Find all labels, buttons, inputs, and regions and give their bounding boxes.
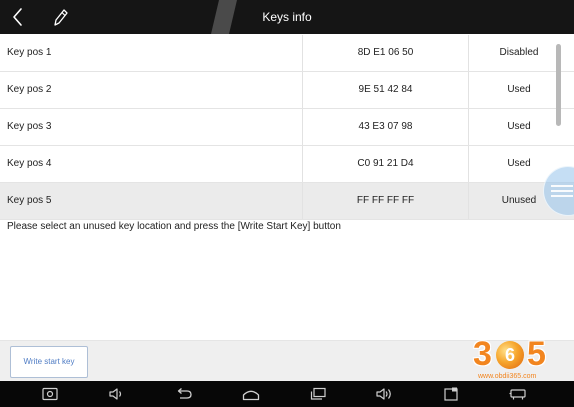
key-position-label: Key pos 4	[7, 158, 52, 169]
assistive-menu-icon-line	[551, 190, 573, 192]
assistive-menu-icon-line	[551, 195, 573, 197]
key-id-value: C0 91 21 D4	[302, 146, 468, 182]
keys-table: Key pos 1 8D E1 06 50 Disabled Key pos 2…	[0, 35, 574, 220]
key-position-label: Key pos 3	[7, 121, 52, 132]
key-id-value: 43 E3 07 98	[302, 109, 468, 145]
recents-button[interactable]	[308, 387, 328, 401]
key-id-value: 9E 51 42 84	[302, 72, 468, 108]
watermark-digit: 5	[527, 335, 546, 373]
page-title: Keys info	[262, 10, 312, 24]
screenshot-button[interactable]	[40, 387, 60, 401]
key-row-1[interactable]: Key pos 1 8D E1 06 50 Disabled	[0, 35, 574, 72]
home-icon	[242, 390, 260, 401]
back-nav-button[interactable]	[174, 387, 194, 401]
screenshot-icon	[42, 387, 58, 401]
key-position-label: Key pos 2	[7, 84, 52, 95]
floating-assistive-button[interactable]	[543, 166, 574, 216]
recents-icon	[310, 387, 326, 400]
key-id-value: 8D E1 06 50	[302, 35, 468, 71]
key-position-label: Key pos 1	[7, 47, 52, 58]
key-status: Disabled	[468, 35, 569, 71]
key-id-value: FF FF FF FF	[302, 183, 468, 219]
write-start-key-button[interactable]: Write start key	[10, 346, 88, 378]
key-position-label: Key pos 5	[7, 195, 52, 206]
back-button[interactable]	[8, 6, 28, 28]
watermark-digit: 3	[473, 335, 492, 373]
key-row-2[interactable]: Key pos 2 9E 51 42 84 Used	[0, 72, 574, 109]
volume-up-icon	[376, 388, 391, 400]
pencil-icon	[54, 9, 68, 26]
edit-button[interactable]	[50, 6, 70, 28]
notes-icon	[444, 387, 458, 401]
cast-button[interactable]	[508, 387, 528, 401]
system-nav-bar	[0, 381, 574, 407]
key-row-4[interactable]: Key pos 4 C0 91 21 D4 Used	[0, 146, 574, 183]
instruction-message: Please select an unused key location and…	[7, 221, 341, 232]
home-button[interactable]	[241, 387, 261, 401]
volume-down-button[interactable]	[107, 387, 127, 401]
back-icon	[177, 388, 192, 399]
watermark-ball: 6	[496, 341, 524, 369]
key-row-3[interactable]: Key pos 3 43 E3 07 98 Used	[0, 109, 574, 146]
table-scrollbar[interactable]	[556, 44, 561, 126]
key-status: Used	[468, 109, 569, 145]
cast-icon	[509, 389, 526, 400]
floating-button-container	[543, 166, 574, 216]
watermark-logo: 3 6 5 www.obdii365.com	[471, 337, 555, 381]
back-arrow-icon	[13, 8, 22, 26]
app-header: Keys info	[0, 0, 574, 34]
volume-up-button[interactable]	[375, 387, 395, 401]
notes-button[interactable]	[441, 387, 461, 401]
key-row-5[interactable]: Key pos 5 FF FF FF FF Unused	[0, 183, 574, 220]
assistive-menu-icon	[551, 185, 573, 187]
volume-down-icon	[109, 388, 122, 400]
watermark-url: www.obdii365.com	[478, 373, 537, 380]
key-status: Used	[468, 72, 569, 108]
